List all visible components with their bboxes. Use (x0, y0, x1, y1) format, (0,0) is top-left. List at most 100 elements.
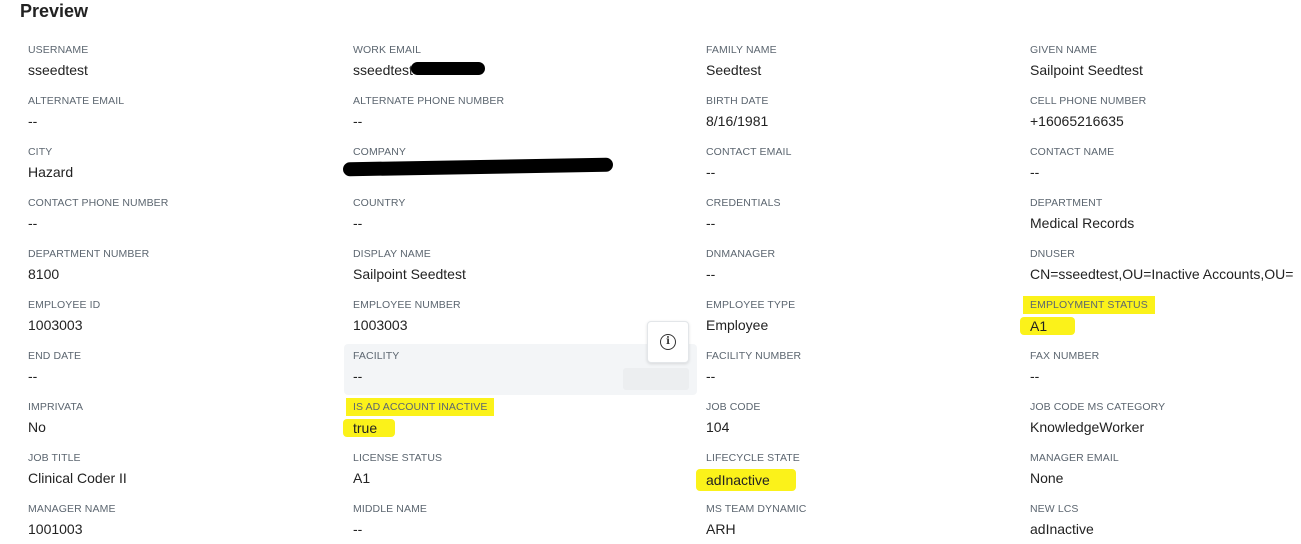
field-employment-status: EMPLOYMENT STATUS A1 (1020, 295, 1301, 346)
field-value: true (343, 419, 396, 437)
field-label: COMPANY (353, 146, 407, 158)
field-label: CITY (28, 146, 53, 158)
field-credentials: CREDENTIALS -- (706, 193, 1030, 244)
field-value: 1001003 (28, 521, 83, 537)
page-title: Preview (20, 1, 89, 21)
field-manager-name: MANAGER NAME 1001003 (28, 499, 353, 544)
field-label: NEW LCS (1030, 503, 1079, 515)
field-department: DEPARTMENT Medical Records (1030, 193, 1301, 244)
field-employee-id: EMPLOYEE ID 1003003 (28, 295, 353, 346)
field-label: FACILITY NUMBER (706, 350, 802, 362)
field-value: Hazard (28, 164, 74, 180)
field-label: EMPLOYEE NUMBER (353, 299, 461, 311)
field-contact-name: CONTACT NAME -- (1030, 142, 1301, 193)
redaction-mark (411, 62, 485, 75)
field-label: DNUSER (1030, 248, 1075, 260)
field-job-code: JOB CODE 104 (706, 397, 1030, 448)
attribute-grid: USERNAME sseedtest WORK EMAIL sseedtest … (28, 40, 1301, 544)
field-value: -- (28, 368, 38, 384)
field-label: FACILITY (353, 350, 400, 362)
field-label: CONTACT PHONE NUMBER (28, 197, 169, 209)
field-value: ARH (706, 521, 736, 537)
field-label: WORK EMAIL (353, 44, 422, 56)
field-license-status: LICENSE STATUS A1 (353, 448, 706, 499)
field-label: CREDENTIALS (706, 197, 781, 209)
field-ms-team-dynamic: MS TEAM DYNAMIC ARH (706, 499, 1030, 544)
field-label: ALTERNATE EMAIL (28, 95, 125, 107)
field-label: LIFECYCLE STATE (706, 452, 800, 464)
field-label: JOB CODE MS CATEGORY (1030, 401, 1166, 413)
field-label: DISPLAY NAME (353, 248, 431, 260)
field-value: -- (28, 113, 38, 129)
field-job-code-ms-category: JOB CODE MS CATEGORY KnowledgeWorker (1030, 397, 1301, 448)
field-given-name: GIVEN NAME Sailpoint Seedtest (1030, 40, 1301, 91)
redaction-mark (342, 157, 614, 177)
field-dnmanager: DNMANAGER -- (706, 244, 1030, 295)
field-value: -- (706, 266, 716, 282)
field-value: Medical Records (1030, 215, 1135, 231)
field-label: COUNTRY (353, 197, 406, 209)
info-button[interactable]: i (647, 321, 689, 363)
field-lifecycle-state: LIFECYCLE STATE adInactive (696, 448, 1030, 499)
field-label: EMPLOYEE TYPE (706, 299, 796, 311)
field-value: No (28, 419, 46, 435)
field-value: -- (1030, 368, 1040, 384)
field-company: COMPANY (342, 142, 706, 193)
field-value: adInactive (1030, 521, 1094, 537)
field-label: DEPARTMENT (1030, 197, 1103, 209)
info-icon: i (660, 334, 676, 350)
field-manager-email: MANAGER EMAIL None (1030, 448, 1301, 499)
field-contact-phone-number: CONTACT PHONE NUMBER -- (28, 193, 353, 244)
field-label: EMPLOYMENT STATUS (1023, 296, 1155, 314)
field-middle-name: MIDDLE NAME -- (353, 499, 706, 544)
field-label: DEPARTMENT NUMBER (28, 248, 150, 260)
field-value: 8/16/1981 (706, 113, 769, 129)
field-department-number: DEPARTMENT NUMBER 8100 (28, 244, 353, 295)
field-value: None (1030, 470, 1064, 486)
field-value: A1 (353, 470, 371, 486)
field-facility-number: FACILITY NUMBER -- (706, 346, 1030, 397)
field-city: CITY Hazard (28, 142, 353, 193)
field-label: DNMANAGER (706, 248, 776, 260)
field-value: adInactive (696, 469, 796, 491)
field-label: MIDDLE NAME (353, 503, 428, 515)
field-value: sseedtest (353, 62, 413, 78)
field-value: 8100 (28, 266, 60, 282)
field-label: CONTACT EMAIL (706, 146, 792, 158)
field-value: A1 (1020, 317, 1076, 335)
field-value: 104 (706, 419, 730, 435)
field-job-title: JOB TITLE Clinical Coder II (28, 448, 353, 499)
field-value: -- (353, 368, 363, 384)
field-label: MS TEAM DYNAMIC (706, 503, 807, 515)
field-value: -- (706, 164, 716, 180)
field-value: -- (706, 368, 716, 384)
field-contact-email: CONTACT EMAIL -- (706, 142, 1030, 193)
field-end-date: END DATE -- (28, 346, 353, 397)
field-value: Sailpoint Seedtest (353, 266, 466, 282)
field-value: Employee (706, 317, 769, 333)
field-country: COUNTRY -- (353, 193, 706, 244)
field-label: IS AD ACCOUNT INACTIVE (346, 398, 495, 416)
field-label: CONTACT NAME (1030, 146, 1115, 158)
field-label: MANAGER NAME (28, 503, 116, 515)
field-value: -- (353, 113, 363, 129)
field-label: ALTERNATE PHONE NUMBER (353, 95, 505, 107)
field-value: +16065216635 (1030, 113, 1124, 129)
field-fax-number: FAX NUMBER -- (1030, 346, 1301, 397)
field-cell-phone-number: CELL PHONE NUMBER +16065216635 (1030, 91, 1301, 142)
field-username: USERNAME sseedtest (28, 40, 353, 91)
field-employee-type: EMPLOYEE TYPE Employee (706, 295, 1030, 346)
field-is-ad-account-inactive: IS AD ACCOUNT INACTIVE true (343, 397, 706, 448)
field-value: -- (28, 215, 38, 231)
field-value: -- (1030, 164, 1040, 180)
field-display-name: DISPLAY NAME Sailpoint Seedtest (353, 244, 706, 295)
field-label: EMPLOYEE ID (28, 299, 101, 311)
field-value: Sailpoint Seedtest (1030, 62, 1143, 78)
field-value: Seedtest (706, 62, 762, 78)
field-value: sseedtest (28, 62, 88, 78)
field-label: JOB CODE (706, 401, 761, 413)
field-label: FAX NUMBER (1030, 350, 1100, 362)
field-value: KnowledgeWorker (1030, 419, 1145, 435)
field-label: END DATE (28, 350, 82, 362)
field-label: GIVEN NAME (1030, 44, 1097, 56)
